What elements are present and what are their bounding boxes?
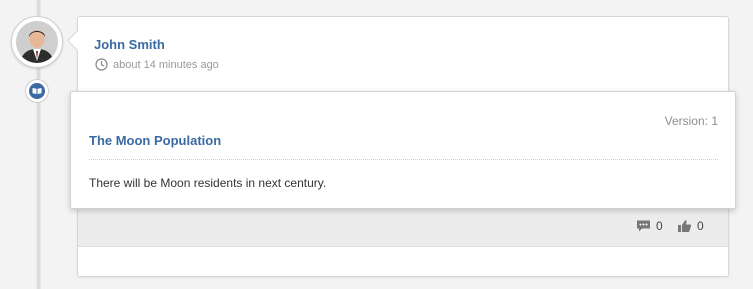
timestamp: about 14 minutes ago [95, 58, 219, 71]
like-button[interactable]: 0 [677, 219, 704, 233]
book-badge [25, 79, 49, 103]
item-title[interactable]: The Moon Population [89, 133, 221, 148]
divider [89, 159, 718, 160]
thumbs-up-icon [678, 220, 692, 232]
avatar[interactable] [11, 16, 63, 68]
shared-item-card: Version: 1 The Moon Population There wil… [70, 91, 736, 209]
version-label: Version: 1 [664, 114, 718, 128]
action-bar: 0 0 [78, 207, 728, 247]
clock-icon [95, 58, 108, 71]
likes-count: 0 [697, 219, 704, 233]
comments-count: 0 [656, 219, 663, 233]
timestamp-text: about 14 minutes ago [113, 58, 219, 71]
post-card-arrow [66, 29, 89, 52]
avatar-image [16, 21, 58, 63]
comments-button[interactable]: 0 [636, 219, 663, 233]
book-icon [29, 83, 45, 99]
item-body: There will be Moon residents in next cen… [89, 176, 327, 190]
author-name[interactable]: John Smith [94, 37, 165, 52]
comment-icon [637, 220, 650, 232]
